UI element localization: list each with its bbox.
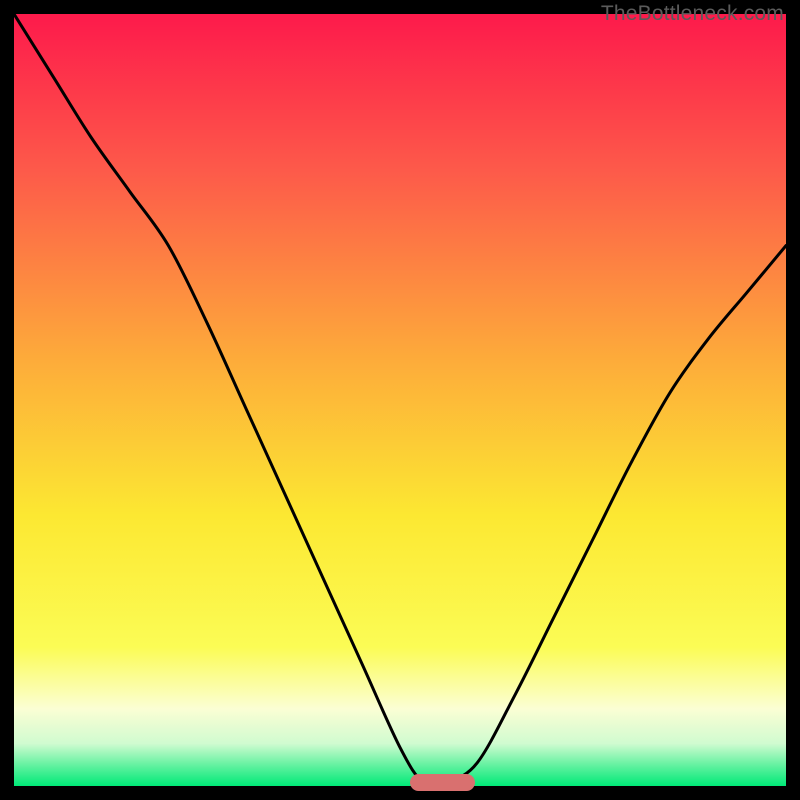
optimum-marker: [410, 774, 476, 791]
background-gradient: [14, 14, 786, 786]
chart-stage: TheBottleneck.com: [0, 0, 800, 800]
plot-area: [14, 14, 786, 786]
attribution-label: TheBottleneck.com: [601, 2, 784, 26]
